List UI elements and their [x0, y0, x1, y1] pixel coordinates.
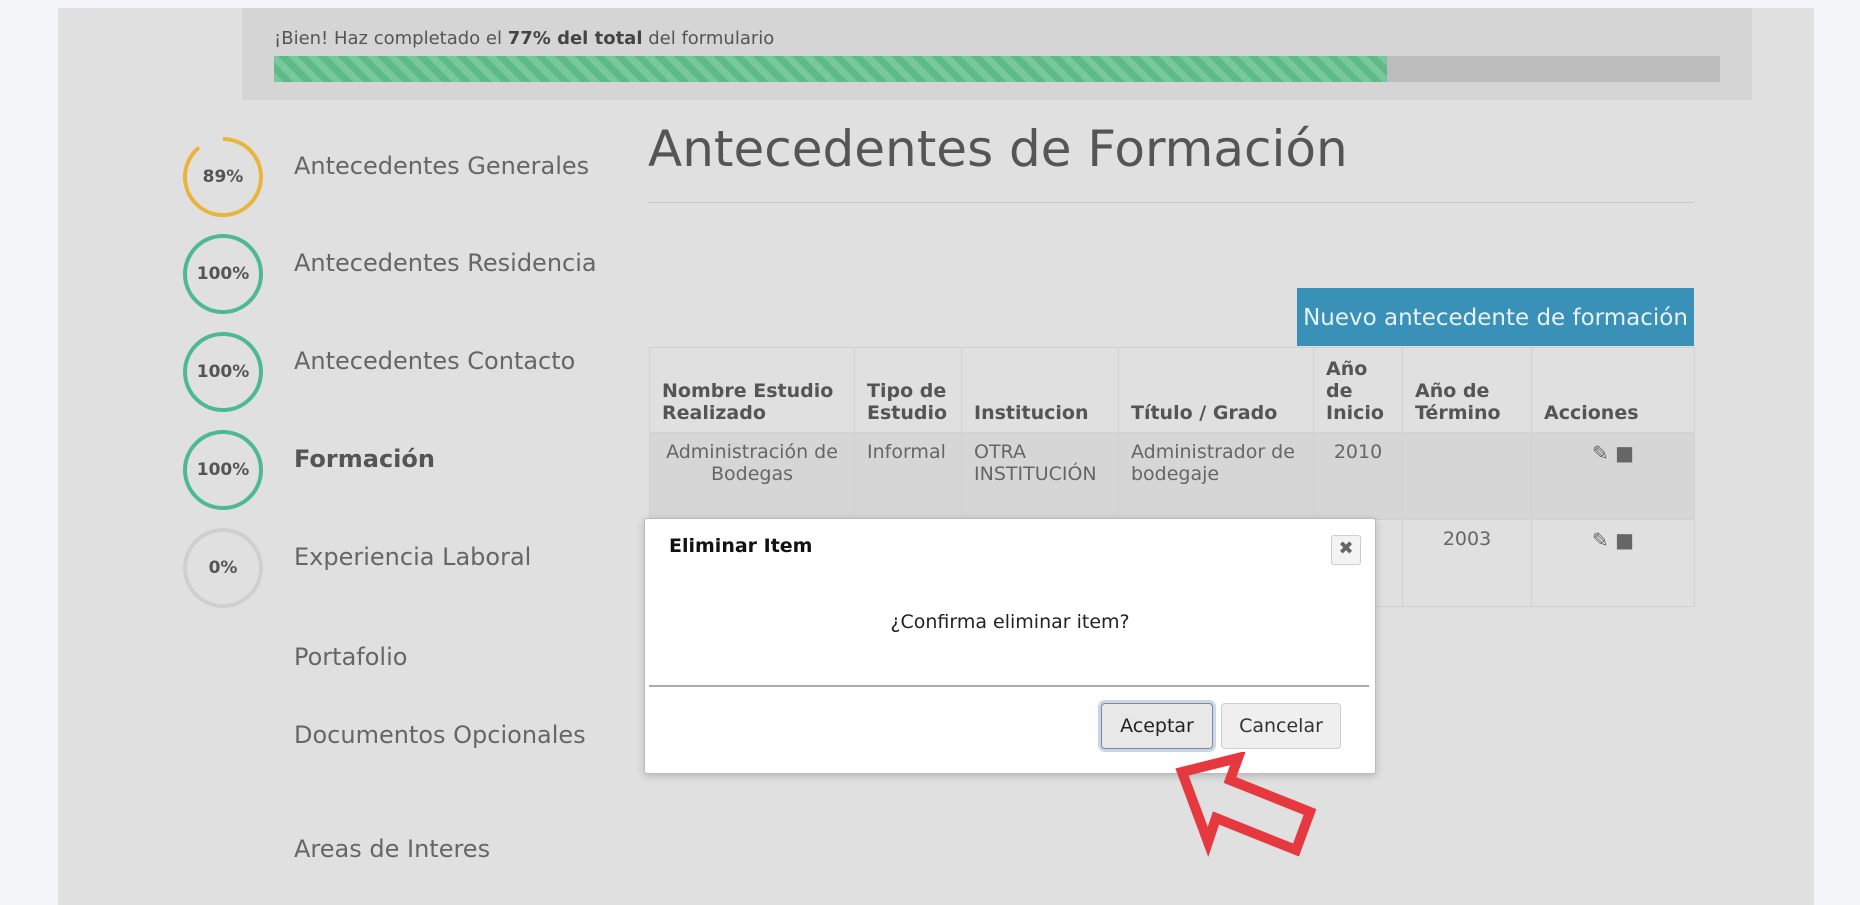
header-tipo: Tipo de Estudio — [854, 347, 962, 433]
progress-ring-89: 89% — [182, 136, 264, 218]
delete-confirm-dialog: Eliminar Item ✖ ¿Confirma eliminar item?… — [644, 518, 1376, 774]
cell: OTRA INSTITUCIÓN — [961, 432, 1119, 520]
step-label[interactable]: Antecedentes Residencia — [294, 249, 597, 277]
progress-ring-100: 100% — [182, 233, 264, 315]
new-education-button[interactable]: Nuevo antecedente de formación — [1297, 288, 1694, 346]
dialog-divider — [649, 685, 1369, 687]
edit-icon[interactable]: ✎ — [1592, 441, 1609, 465]
trash-icon[interactable]: ■ — [1615, 441, 1634, 465]
header-termino: Año de Término — [1402, 347, 1532, 433]
accept-button[interactable]: Aceptar — [1101, 703, 1213, 749]
edit-icon[interactable]: ✎ — [1592, 528, 1609, 552]
dialog-title: Eliminar Item — [669, 535, 813, 557]
step-percent: 100% — [196, 362, 250, 382]
step-label[interactable]: Documentos Opcionales — [294, 721, 586, 749]
progress-ring-0: 0% — [182, 527, 264, 609]
step-label[interactable]: Portafolio — [294, 643, 407, 671]
cell: Informal — [854, 432, 962, 520]
progress-text: ¡Bien! Haz completado el 77% del total d… — [274, 28, 775, 49]
header-acciones: Acciones — [1531, 347, 1695, 433]
step-label[interactable]: Experiencia Laboral — [294, 543, 531, 571]
cell: Administración de Bodegas — [649, 432, 855, 520]
header-titulo: Título / Grado — [1118, 347, 1314, 433]
step-label[interactable]: Antecedentes Generales — [294, 152, 589, 180]
header-nombre: Nombre Estudio Realizado — [649, 347, 855, 433]
step-label[interactable]: Formación — [294, 445, 435, 473]
step-percent: 100% — [196, 264, 250, 284]
trash-icon[interactable]: ■ — [1615, 528, 1634, 552]
cell: Administrador de bodegaje — [1118, 432, 1314, 520]
annotation-arrow-icon — [1170, 750, 1320, 866]
step-label[interactable]: Antecedentes Contacto — [294, 347, 575, 375]
progress-panel: ¡Bien! Haz completado el 77% del total d… — [242, 8, 1752, 100]
cancel-button[interactable]: Cancelar — [1221, 703, 1341, 749]
progress-ring-100: 100% — [182, 331, 264, 413]
step-percent: 0% — [208, 558, 238, 578]
actions-cell: ✎ ■ — [1531, 519, 1695, 607]
cell — [1402, 432, 1532, 520]
progress-bar — [274, 56, 1720, 82]
dialog-message: ¿Confirma eliminar item? — [890, 611, 1130, 633]
cell: 2003 — [1402, 519, 1532, 607]
progress-ring-100: 100% — [182, 429, 264, 511]
close-icon[interactable]: ✖ — [1331, 535, 1361, 565]
table-row: Administración de Bodegas Informal OTRA … — [649, 432, 1695, 520]
step-label[interactable]: Areas de Interes — [294, 835, 490, 863]
step-percent: 89% — [202, 167, 244, 187]
progress-bar-fill — [274, 56, 1388, 82]
header-inicio: Año de Inicio — [1313, 347, 1403, 433]
title-divider — [648, 202, 1694, 203]
header-institucion: Institucion — [961, 347, 1119, 433]
actions-cell: ✎ ■ — [1531, 432, 1695, 520]
table-header-row: Nombre Estudio Realizado Tipo de Estudio… — [649, 347, 1695, 433]
page-title: Antecedentes de Formación — [648, 120, 1348, 178]
cell: 2010 — [1313, 432, 1403, 520]
step-percent: 100% — [196, 460, 250, 480]
